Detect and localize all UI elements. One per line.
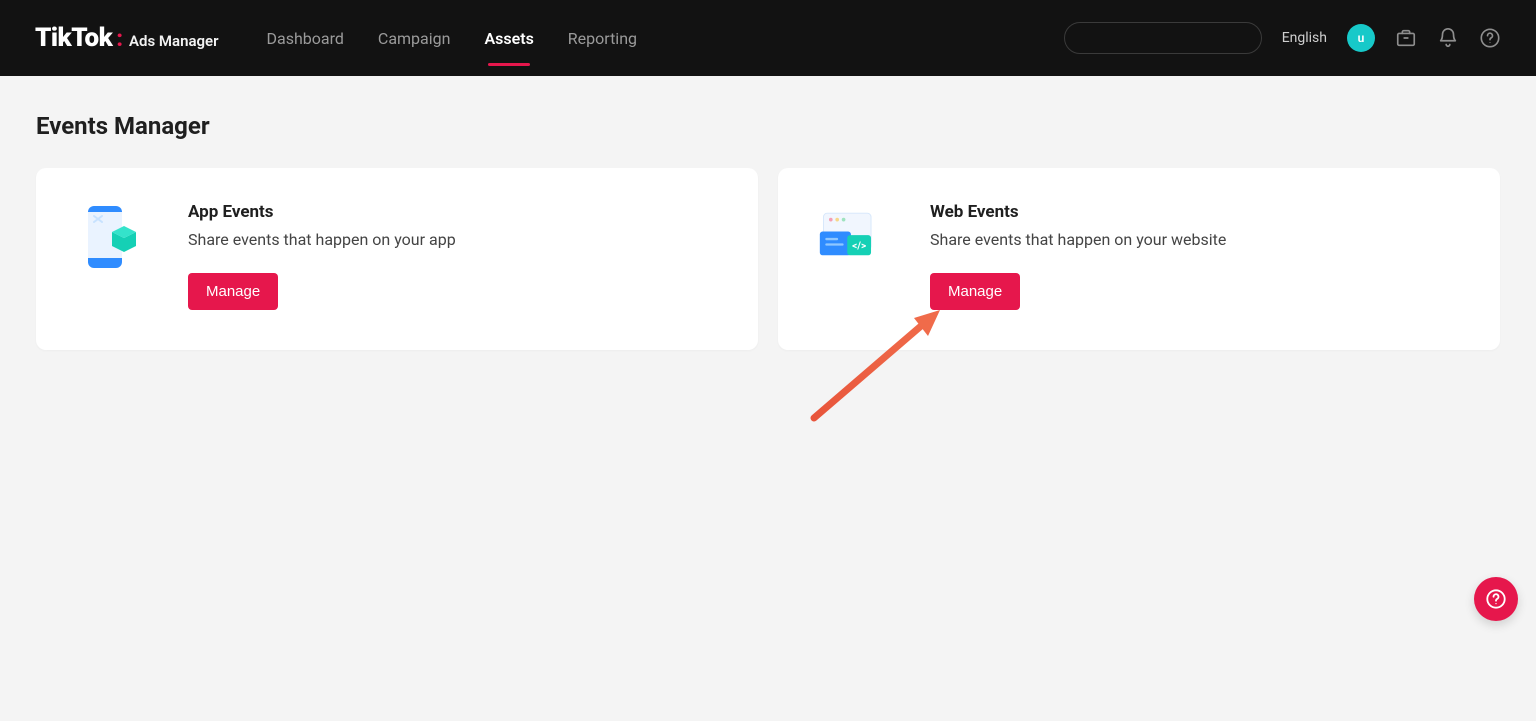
svg-text:</>: </> [852,241,866,252]
brand: TikTok : Ads Manager [35,23,219,53]
floating-help-button[interactable] [1474,577,1518,621]
nav-assets[interactable]: Assets [484,21,533,56]
brand-logo: TikTok [35,23,112,53]
brand-subtitle: Ads Manager [129,32,219,50]
account-selector[interactable] [1064,22,1262,54]
app-events-icon [76,202,140,272]
card-description: Share events that happen on your website [930,230,1226,249]
card-description: Share events that happen on your app [188,230,456,249]
language-selector[interactable]: English [1282,30,1327,46]
nav-dashboard[interactable]: Dashboard [267,21,344,56]
page-title: Events Manager [36,112,1500,140]
header-right-cluster: English u [1064,22,1501,54]
help-icon[interactable] [1479,27,1501,49]
main-nav: Dashboard Campaign Assets Reporting [267,21,638,56]
manage-web-events-button[interactable]: Manage [930,273,1020,310]
manage-app-events-button[interactable]: Manage [188,273,278,310]
brand-colon: : [116,27,123,52]
event-cards-row: App Events Share events that happen on y… [36,168,1500,350]
bell-icon[interactable] [1437,27,1459,49]
card-title: App Events [188,202,456,222]
web-events-icon: </> [818,202,882,272]
nav-campaign[interactable]: Campaign [378,21,451,56]
page-content: Events Manager App Events Share events t… [0,76,1536,350]
card-web-events: </> Web Events Share events that happen … [778,168,1500,350]
user-avatar[interactable]: u [1347,24,1375,52]
card-title: Web Events [930,202,1226,222]
top-header: TikTok : Ads Manager Dashboard Campaign … [0,0,1536,76]
briefcase-icon[interactable] [1395,27,1417,49]
card-app-events: App Events Share events that happen on y… [36,168,758,350]
avatar-initial: u [1358,31,1365,45]
nav-reporting[interactable]: Reporting [568,21,637,56]
